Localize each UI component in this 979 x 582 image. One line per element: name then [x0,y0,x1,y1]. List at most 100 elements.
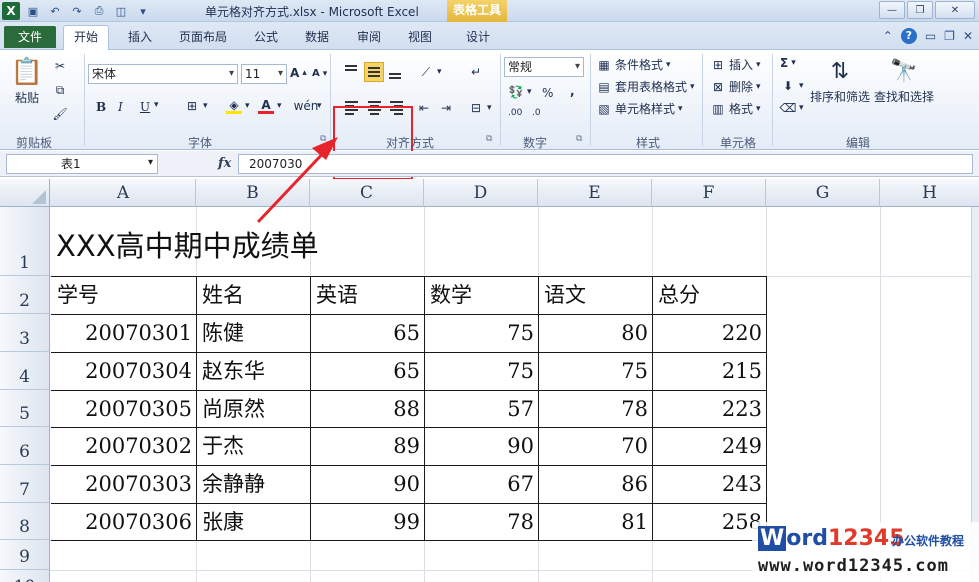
table-cell[interactable]: 78 [424,504,538,541]
table-cell[interactable]: 78 [538,391,652,428]
table-cell[interactable]: 89 [310,428,424,465]
row-header-5[interactable]: 5 [0,390,50,427]
table-cell[interactable]: 赵东华 [196,353,310,390]
table-cell[interactable]: 99 [310,504,424,541]
undo-icon[interactable]: ↶ [46,2,64,20]
row-header-7[interactable]: 7 [0,465,50,503]
tab-home[interactable]: 开始 [63,25,110,51]
phonetic-button[interactable]: wén ▾ [294,98,322,114]
close-button[interactable]: ✕ [935,1,975,19]
font-name-combo[interactable]: 宋体 [88,64,238,84]
row-header-1[interactable]: 1 [0,207,50,276]
print-icon[interactable]: ⎙ [90,2,108,20]
shrink-font-button[interactable]: A ▾ [312,68,327,79]
comma-button[interactable]: , [570,84,575,98]
tab-data[interactable]: 数据 [305,28,329,45]
formula-input[interactable]: 2007030 [238,154,973,174]
fill-button[interactable]: ⬇ ▾ [780,78,804,94]
copy-button[interactable]: ⧉ [52,82,68,98]
sort-filter-button[interactable]: ⇅ 排序和筛选 [810,56,870,105]
cell-styles-button[interactable]: ▧ 单元格样式 ▾ [596,100,682,117]
number-dialog-launcher[interactable]: ⧉ [576,134,582,144]
column-header-h[interactable]: H [880,179,979,207]
header-cell[interactable]: 数学 [424,277,538,314]
table-cell[interactable]: 75 [424,315,538,352]
table-cell[interactable]: 223 [652,391,766,428]
italic-button[interactable]: I [118,100,123,114]
table-cell[interactable]: 215 [652,353,766,390]
help-icon[interactable]: ? [900,28,917,44]
alignment-dialog-launcher[interactable]: ⧉ [486,134,492,144]
tab-design[interactable]: 设计 [466,28,490,45]
underline-button[interactable]: U [140,100,150,114]
font-dialog-launcher[interactable]: ⧉ [320,134,326,144]
header-cell[interactable]: 学号 [51,277,196,314]
accounting-button[interactable]: 💱 ▾ [508,84,532,100]
table-cell[interactable]: 65 [310,353,424,390]
table-cell[interactable]: 20070304 [51,353,196,390]
column-header-f[interactable]: F [652,179,766,207]
preview-icon[interactable]: ◫ [112,2,130,20]
decrease-indent-button[interactable]: ⇤ [416,100,432,116]
table-cell[interactable]: 88 [310,391,424,428]
row-header-2[interactable]: 2 [0,276,50,314]
table-cell[interactable]: 20070302 [51,428,196,465]
doc-minimize-icon[interactable]: ▭ [925,29,936,43]
table-cell[interactable]: 尚原然 [196,391,310,428]
autosum-button[interactable]: Σ ▾ [780,56,796,70]
increase-decimal-button[interactable]: .00 [508,108,522,118]
tab-review[interactable]: 审阅 [357,28,381,45]
table-cell[interactable]: 20070303 [51,466,196,503]
table-cell[interactable]: 20070306 [51,504,196,541]
fill-color-button[interactable]: ◈ ▾ [226,98,250,114]
doc-restore-icon[interactable]: ❐ [944,29,955,43]
doc-close-icon[interactable]: ✕ [963,29,973,43]
header-cell[interactable]: 语文 [538,277,652,314]
insert-cells-button[interactable]: ⊞ 插入 ▾ [710,56,761,73]
tab-insert[interactable]: 插入 [128,28,152,45]
table-cell[interactable]: 243 [652,466,766,503]
header-cell[interactable]: 英语 [310,277,424,314]
table-cell[interactable]: 90 [424,428,538,465]
find-select-button[interactable]: 🔭 查找和选择 [874,56,934,105]
row-header-6[interactable]: 6 [0,427,50,465]
table-cell[interactable]: 余静静 [196,466,310,503]
top-align-icon[interactable] [342,60,362,80]
table-cell[interactable]: 20070305 [51,391,196,428]
table-cell[interactable]: 90 [310,466,424,503]
table-cell[interactable]: 陈健 [196,315,310,352]
row-header-4[interactable]: 4 [0,352,50,390]
tab-file[interactable]: 文件 [4,26,56,48]
bottom-align-icon[interactable] [386,64,406,84]
table-cell[interactable]: 张康 [196,504,310,541]
customize-qa-icon[interactable]: ▾ [134,2,152,20]
table-cell[interactable]: 86 [538,466,652,503]
header-cell[interactable]: 姓名 [196,277,310,314]
name-box[interactable]: 表1 [6,154,158,174]
table-cell[interactable]: 67 [424,466,538,503]
orientation-button[interactable]: ⟋ ▾ [418,64,442,80]
row-header-10[interactable]: 10 [0,570,50,582]
font-color-button[interactable]: A ▾ [258,98,282,114]
restore-button[interactable]: ❐ [907,1,933,19]
excel-logo-icon[interactable]: X [2,2,20,20]
percent-button[interactable]: % [542,86,553,100]
table-cell[interactable]: 75 [424,353,538,390]
minimize-button[interactable]: — [879,1,905,19]
column-header-e[interactable]: E [538,179,652,207]
table-cell[interactable]: 57 [424,391,538,428]
table-cell[interactable]: 249 [652,428,766,465]
column-header-d[interactable]: D [424,179,538,207]
table-cell[interactable]: 80 [538,315,652,352]
collapse-ribbon-icon[interactable]: ⌃ [883,29,893,43]
clear-button[interactable]: ⌫ ▾ [780,100,804,116]
column-header-b[interactable]: B [196,179,310,207]
table-cell[interactable]: 于杰 [196,428,310,465]
table-cell[interactable]: 20070301 [51,315,196,352]
format-painter-button[interactable]: 🖌 [52,106,68,122]
column-header-g[interactable]: G [766,179,880,207]
paste-button[interactable]: 📋 粘贴 [11,56,43,106]
table-cell[interactable]: 81 [538,504,652,541]
border-button[interactable]: ⊞ ▾ [184,98,208,114]
grow-font-button[interactable]: A ▴ [290,66,307,80]
